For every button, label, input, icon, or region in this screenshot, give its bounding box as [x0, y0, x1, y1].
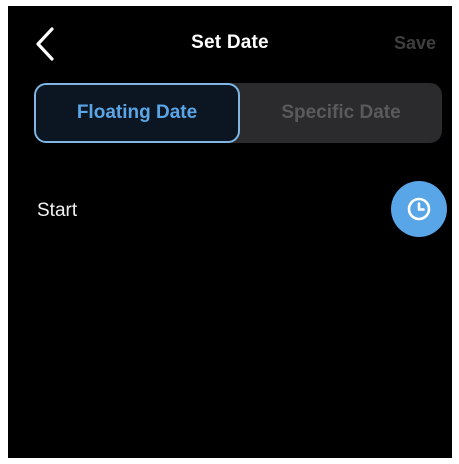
header: Set Date Save — [8, 6, 452, 78]
start-label: Start — [37, 200, 78, 221]
page-title: Set Date — [191, 32, 269, 53]
clock-icon — [407, 197, 431, 221]
start-time-picker-button[interactable] — [391, 181, 447, 237]
tab-specific-date[interactable]: Specific Date — [240, 83, 442, 143]
date-mode-segmented-control: Specific Date Floating Date — [34, 83, 442, 143]
tab-floating-date[interactable]: Floating Date — [34, 83, 240, 143]
save-button[interactable]: Save — [394, 33, 436, 54]
set-date-screen: Set Date Save Specific Date Floating Dat… — [8, 6, 452, 458]
